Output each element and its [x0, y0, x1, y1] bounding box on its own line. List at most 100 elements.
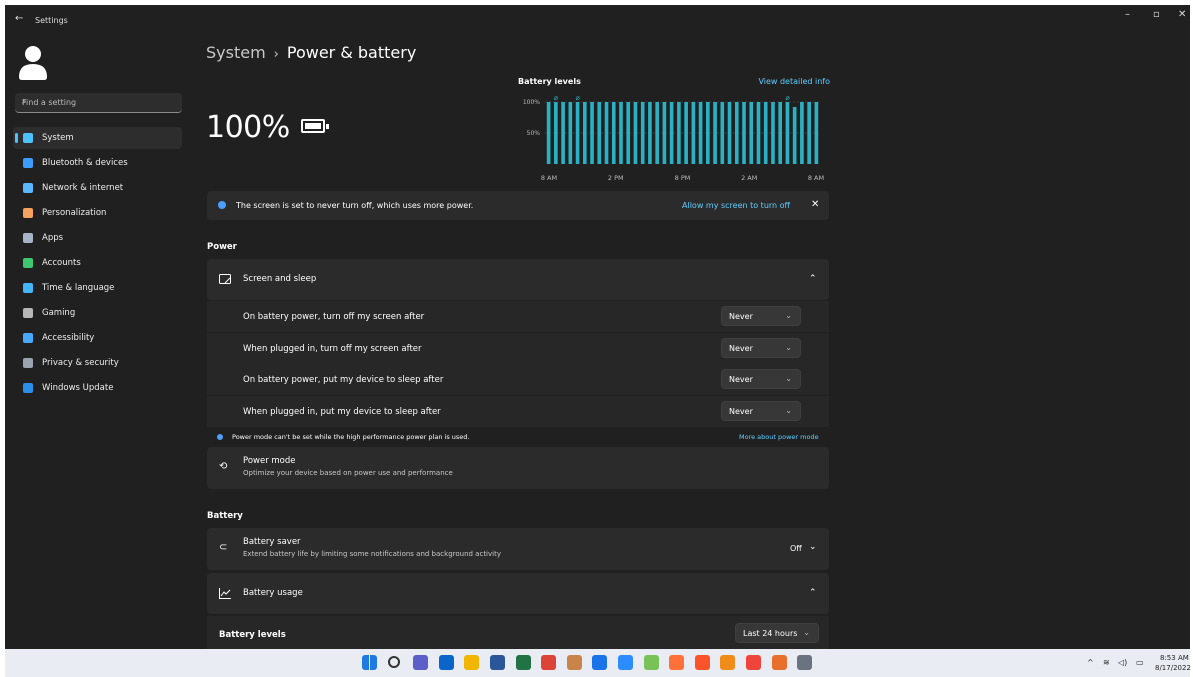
- time-range-dropdown[interactable]: Last 24 hours ⌄: [735, 623, 819, 643]
- clock-time[interactable]: 8:53 AM: [1160, 654, 1189, 662]
- charging-plug-icon: ⌀: [554, 94, 558, 102]
- maximize-button[interactable]: ▫: [1153, 9, 1160, 20]
- brave-icon[interactable]: [694, 655, 710, 670]
- chevron-down-icon: ⌄: [785, 342, 792, 352]
- excel-icon[interactable]: [515, 655, 531, 670]
- wifi-icon[interactable]: ≋: [1103, 658, 1110, 667]
- apps-icon: [23, 233, 33, 243]
- settings-icon[interactable]: [797, 655, 813, 670]
- chevron-down-icon[interactable]: ⌄: [809, 542, 817, 552]
- minimize-button[interactable]: –: [1125, 9, 1130, 20]
- anydesk-icon[interactable]: [746, 655, 761, 670]
- battery-bar: [778, 102, 783, 164]
- sidebar-item-system[interactable]: System: [13, 127, 182, 149]
- outlook-icon[interactable]: [438, 655, 454, 670]
- sidebar-item-privacy-security[interactable]: Privacy & security: [13, 352, 182, 374]
- battery-tray-icon[interactable]: ▭: [1136, 658, 1144, 667]
- file-explorer-icon[interactable]: [464, 655, 480, 670]
- x-tick-label: 2 AM: [741, 174, 757, 181]
- battery-bar: [720, 102, 725, 164]
- breadcrumb-parent[interactable]: System: [206, 43, 266, 62]
- line-chart-icon: [219, 588, 231, 599]
- clock-date[interactable]: 8/17/2022: [1155, 664, 1191, 672]
- sidebar-item-label: Gaming: [42, 308, 76, 318]
- allow-screen-off-link[interactable]: Allow my screen to turn off: [682, 201, 790, 210]
- battery-bar: [684, 102, 688, 164]
- search-input[interactable]: Find a setting ⌕: [15, 93, 182, 113]
- tray-chevron-icon[interactable]: ^: [1087, 658, 1094, 667]
- battery-usage-expander[interactable]: Battery usage ⌃: [207, 573, 829, 614]
- battery-bar: [655, 102, 659, 164]
- timeout-value: Never: [729, 406, 753, 416]
- sidebar-item-network-internet[interactable]: Network & internet: [13, 177, 182, 199]
- sidebar-item-gaming[interactable]: Gaming: [13, 302, 182, 324]
- info-icon: [217, 434, 223, 440]
- chevron-up-icon[interactable]: ⌃: [809, 588, 817, 598]
- timeout-value: Never: [729, 375, 753, 384]
- avatar[interactable]: [17, 43, 49, 81]
- screen-sleep-icon: [219, 274, 231, 284]
- chrome-icon[interactable]: [541, 655, 557, 670]
- paint-icon[interactable]: [771, 655, 787, 670]
- back-arrow-icon[interactable]: ←: [15, 13, 23, 24]
- sleep-setting-row: When plugged in, put my device to sleep …: [207, 395, 829, 427]
- battery-bar: [691, 102, 696, 164]
- remote-icon[interactable]: [592, 655, 608, 670]
- battery-bar: [626, 102, 631, 164]
- battery-bar: [800, 102, 804, 164]
- battery-bar: [771, 102, 775, 164]
- y-tick-label: 50%: [527, 130, 541, 137]
- screen-and-sleep-expander[interactable]: Screen and sleep ⌃: [207, 259, 829, 300]
- view-detailed-info-link[interactable]: View detailed info: [758, 77, 830, 86]
- charging-plug-icon: ⌀: [785, 94, 789, 102]
- teams-icon[interactable]: [413, 655, 429, 670]
- chevron-up-icon[interactable]: ⌃: [809, 274, 817, 284]
- page-title: Power & battery: [286, 43, 417, 62]
- battery-saver-label: Battery saver: [243, 537, 301, 547]
- battery-bar: [706, 102, 710, 164]
- sidebar-item-windows-update[interactable]: Windows Update: [13, 377, 182, 399]
- chevron-down-icon: ⌄: [785, 374, 792, 383]
- sidebar-item-label: Privacy & security: [42, 358, 119, 368]
- battery-saver-state: Off: [790, 544, 802, 553]
- start-icon[interactable]: [362, 655, 377, 670]
- info-icon: [218, 201, 226, 209]
- timeout-dropdown[interactable]: Never ⌄: [721, 337, 801, 358]
- sidebar-item-label: Network & internet: [42, 183, 124, 193]
- timeout-dropdown[interactable]: Never ⌄: [721, 369, 801, 389]
- window-title: Settings: [35, 16, 68, 25]
- battery-saver-row[interactable]: ⊂ Battery saver Extend battery life by l…: [207, 528, 829, 570]
- app-icon[interactable]: [566, 655, 582, 670]
- timeout-dropdown[interactable]: Never ⌄: [721, 400, 801, 421]
- timeout-value: Never: [729, 312, 753, 321]
- more-about-power-mode-link[interactable]: More about power mode: [739, 433, 819, 441]
- timeout-value: Never: [729, 343, 753, 353]
- sidebar-item-accounts[interactable]: Accounts: [13, 252, 182, 274]
- battery-bar: [756, 102, 761, 164]
- battery-bar: [568, 102, 573, 164]
- sidebar-item-time-language[interactable]: Time & language: [13, 277, 182, 299]
- y-tick-label: 100%: [523, 99, 540, 106]
- close-button[interactable]: ✕: [1178, 9, 1186, 20]
- globe-clock-icon: [23, 283, 33, 293]
- battery-bar: [785, 102, 790, 164]
- power-mode-gauge-icon: ⟲: [219, 461, 228, 472]
- x-tick-label: 2 PM: [608, 174, 624, 181]
- sidebar-item-apps[interactable]: Apps: [13, 227, 182, 249]
- search-icon[interactable]: [387, 656, 400, 668]
- sidebar-item-bluetooth-devices[interactable]: Bluetooth & devices: [13, 152, 182, 174]
- android-icon[interactable]: [643, 655, 659, 670]
- vlc-icon[interactable]: [720, 655, 736, 670]
- word-icon[interactable]: [490, 655, 505, 670]
- battery-saver-icon: ⊂: [219, 542, 228, 553]
- sidebar-item-accessibility[interactable]: Accessibility: [13, 327, 182, 349]
- battery-bar: [582, 102, 587, 164]
- timeout-dropdown[interactable]: Never ⌄: [721, 306, 801, 326]
- battery-bar: [633, 102, 638, 164]
- sidebar-item-personalization[interactable]: Personalization: [13, 202, 182, 224]
- dismiss-notice-button[interactable]: ✕: [811, 199, 819, 210]
- firefox-icon[interactable]: [669, 655, 685, 670]
- chat-icon[interactable]: [618, 655, 633, 670]
- power-mode-row[interactable]: ⟲ Power mode Optimize your device based …: [207, 447, 829, 489]
- volume-icon[interactable]: ◁): [1118, 658, 1127, 667]
